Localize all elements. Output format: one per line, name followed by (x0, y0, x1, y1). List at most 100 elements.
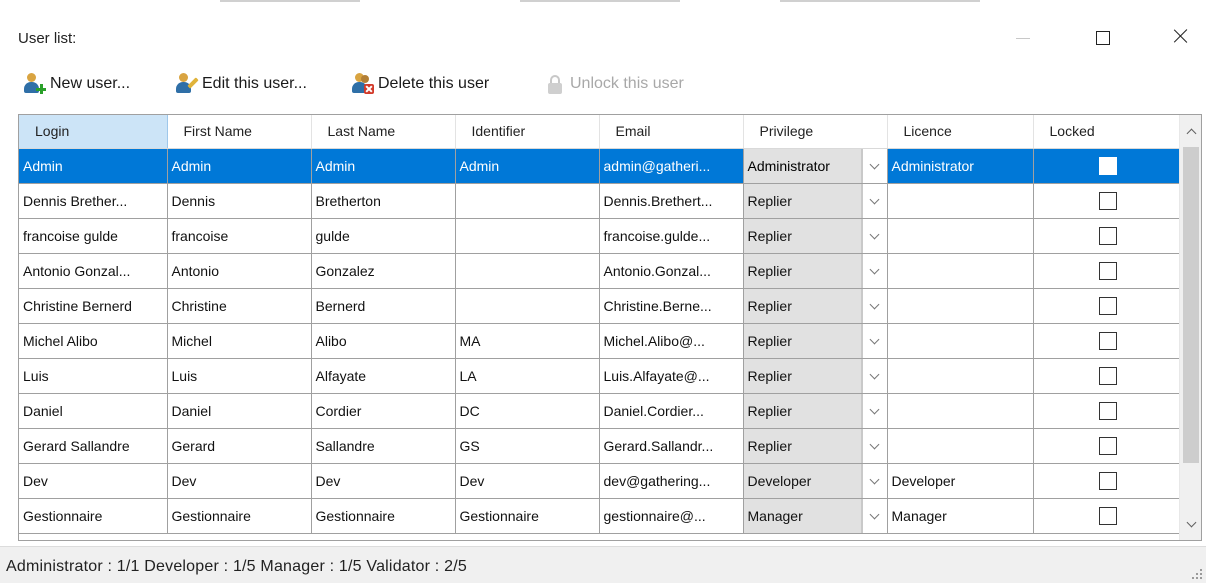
cell-identifier[interactable]: Gestionnaire (455, 498, 600, 534)
cell-licence[interactable]: Administrator (887, 148, 1034, 184)
cell-first[interactable]: Dennis (167, 183, 312, 219)
cell-last[interactable]: gulde (311, 218, 456, 254)
privilege-dropdown[interactable]: Developer (743, 463, 886, 497)
cell-privilege[interactable]: Replier (743, 323, 888, 359)
scroll-up-icon[interactable] (1180, 121, 1201, 143)
cell-email[interactable]: Dennis.Brethert... (599, 183, 744, 219)
locked-checkbox[interactable] (1099, 296, 1117, 315)
chevron-down-icon[interactable] (862, 463, 886, 497)
privilege-dropdown[interactable]: Replier (743, 393, 886, 427)
cell-last[interactable]: Dev (311, 463, 456, 499)
cell-last[interactable]: Sallandre (311, 428, 456, 464)
privilege-dropdown[interactable]: Replier (743, 323, 886, 357)
chevron-down-icon[interactable] (862, 428, 886, 462)
column-header-licence[interactable]: Licence (887, 115, 1034, 149)
new-user-button[interactable]: New user... (24, 70, 130, 98)
cell-licence[interactable] (887, 218, 1034, 254)
cell-last[interactable]: Gonzalez (311, 253, 456, 289)
cell-first[interactable]: Gerard (167, 428, 312, 464)
cell-identifier[interactable] (455, 218, 600, 254)
minimize-button[interactable] (1016, 38, 1030, 39)
cell-login[interactable]: Luis (19, 358, 168, 394)
cell-privilege[interactable]: Replier (743, 428, 888, 464)
cell-first[interactable]: Michel (167, 323, 312, 359)
vertical-scrollbar[interactable] (1179, 115, 1201, 540)
cell-last[interactable]: Gestionnaire (311, 498, 456, 534)
cell-privilege[interactable]: Manager (743, 498, 888, 534)
cell-licence[interactable] (887, 428, 1034, 464)
cell-login[interactable]: Michel Alibo (19, 323, 168, 359)
cell-identifier[interactable] (455, 253, 600, 289)
resize-grip-icon[interactable] (1192, 569, 1202, 579)
privilege-dropdown[interactable]: Replier (743, 218, 886, 252)
cell-last[interactable]: Cordier (311, 393, 456, 429)
locked-checkbox[interactable] (1099, 366, 1117, 385)
cell-identifier[interactable]: Dev (455, 463, 600, 499)
cell-login[interactable]: Christine Bernerd (19, 288, 168, 324)
cell-licence[interactable] (887, 288, 1034, 324)
user-grid[interactable]: Login First Name Last Name Identifier Em… (18, 114, 1202, 541)
cell-first[interactable]: Luis (167, 358, 312, 394)
unlock-user-button[interactable]: Unlock this user (544, 70, 684, 98)
cell-first[interactable]: Antonio (167, 253, 312, 289)
cell-login[interactable]: Admin (19, 148, 168, 184)
locked-checkbox[interactable] (1099, 331, 1117, 350)
cell-privilege[interactable]: Replier (743, 218, 888, 254)
cell-last[interactable]: Alibo (311, 323, 456, 359)
scroll-thumb[interactable] (1183, 147, 1199, 463)
table-row[interactable]: Daniel Daniel Cordier DC Daniel.Cordier... Re… (19, 393, 1180, 429)
privilege-dropdown[interactable]: Replier (743, 183, 886, 217)
cell-licence[interactable] (887, 358, 1034, 394)
table-row[interactable]: francoise gulde francoise gulde francoise.g… (19, 218, 1180, 254)
cell-login[interactable]: Daniel (19, 393, 168, 429)
table-row[interactable]: Admin Admin Admin Admin admin@gatheri... Admi… (19, 148, 1180, 184)
delete-user-button[interactable]: Delete this user (352, 70, 489, 98)
cell-email[interactable]: Christine.Berne... (599, 288, 744, 324)
cell-first[interactable]: Daniel (167, 393, 312, 429)
cell-identifier[interactable] (455, 183, 600, 219)
column-header-email[interactable]: Email (599, 115, 744, 149)
chevron-down-icon[interactable] (862, 148, 886, 182)
cell-identifier[interactable] (455, 288, 600, 324)
cell-privilege[interactable]: Replier (743, 288, 888, 324)
chevron-down-icon[interactable] (862, 253, 886, 287)
cell-privilege[interactable]: Replier (743, 358, 888, 394)
cell-email[interactable]: Gerard.Sallandr... (599, 428, 744, 464)
locked-checkbox[interactable] (1099, 401, 1117, 420)
table-row[interactable]: Gerard Sallandre Gerard Sallandre GS Gerard.… (19, 428, 1180, 464)
locked-checkbox[interactable] (1099, 191, 1117, 210)
cell-email[interactable]: Michel.Alibo@... (599, 323, 744, 359)
cell-privilege[interactable]: Administrator (743, 148, 888, 184)
cell-licence[interactable] (887, 393, 1034, 429)
privilege-dropdown[interactable]: Replier (743, 288, 886, 322)
table-row[interactable]: Michel Alibo Michel Alibo MA Michel.Alibo@..… (19, 323, 1180, 359)
cell-licence[interactable]: Manager (887, 498, 1034, 534)
cell-last[interactable]: Bernerd (311, 288, 456, 324)
locked-checkbox[interactable] (1099, 156, 1117, 175)
locked-checkbox[interactable] (1099, 471, 1117, 490)
table-row[interactable]: Christine Bernerd Christine Bernerd Christi… (19, 288, 1180, 324)
cell-login[interactable]: Dev (19, 463, 168, 499)
cell-privilege[interactable]: Developer (743, 463, 888, 499)
cell-email[interactable]: Antonio.Gonzal... (599, 253, 744, 289)
privilege-dropdown[interactable]: Replier (743, 253, 886, 287)
cell-email[interactable]: Daniel.Cordier... (599, 393, 744, 429)
cell-last[interactable]: Alfayate (311, 358, 456, 394)
cell-first[interactable]: Gestionnaire (167, 498, 312, 534)
privilege-dropdown[interactable]: Replier (743, 428, 886, 462)
scroll-down-icon[interactable] (1180, 514, 1201, 536)
locked-checkbox[interactable] (1099, 226, 1117, 245)
column-header-first-name[interactable]: First Name (167, 115, 312, 149)
cell-first[interactable]: francoise (167, 218, 312, 254)
cell-login[interactable]: Antonio Gonzal... (19, 253, 168, 289)
maximize-button[interactable] (1096, 31, 1110, 45)
privilege-dropdown[interactable]: Replier (743, 358, 886, 392)
cell-login[interactable]: francoise gulde (19, 218, 168, 254)
privilege-dropdown[interactable]: Manager (743, 498, 886, 532)
table-row[interactable]: Dev Dev Dev Dev dev@gathering... Developer Dev… (19, 463, 1180, 499)
edit-user-button[interactable]: Edit this user... (176, 70, 307, 98)
chevron-down-icon[interactable] (862, 358, 886, 392)
cell-email[interactable]: gestionnaire@... (599, 498, 744, 534)
column-header-privilege[interactable]: Privilege (743, 115, 888, 149)
chevron-down-icon[interactable] (862, 288, 886, 322)
